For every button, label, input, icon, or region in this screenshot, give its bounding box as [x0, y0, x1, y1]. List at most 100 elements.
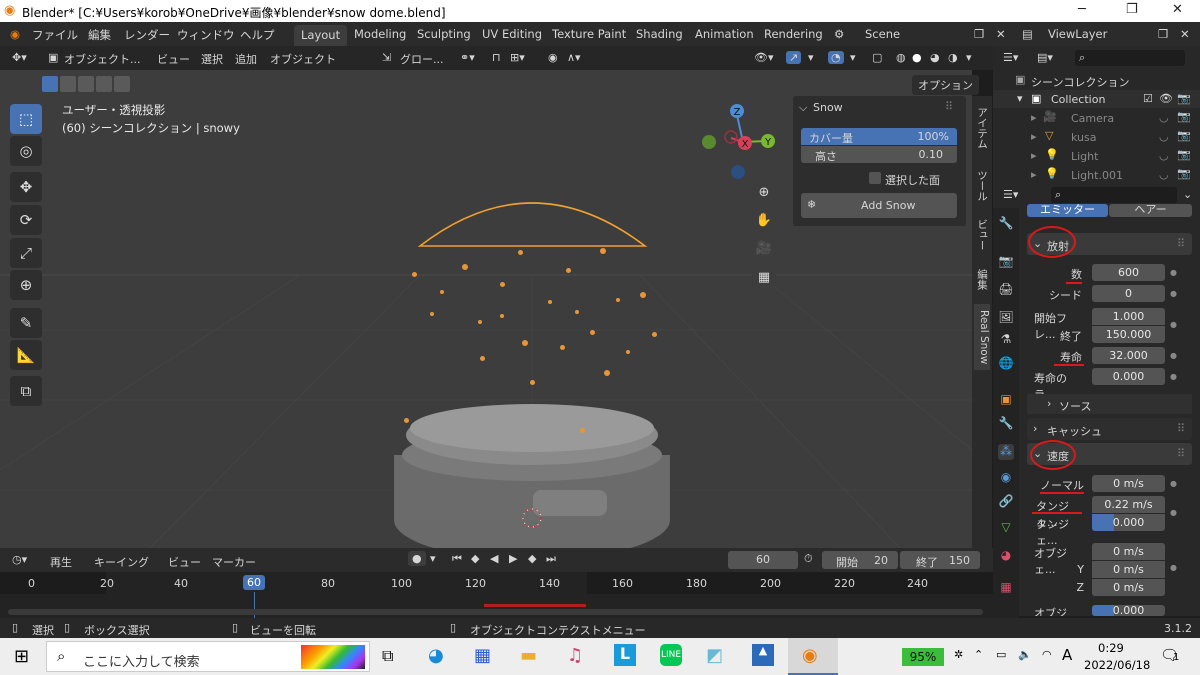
drag-handle-icon[interactable]: ⠿	[1177, 237, 1185, 250]
eye-icon[interactable]: ◡	[1159, 149, 1169, 162]
proportional-edit-icon[interactable]: ◉	[548, 51, 558, 64]
select-extend-icon[interactable]	[60, 76, 76, 92]
height-field[interactable]: 高さ 0.10	[801, 146, 957, 163]
prev-keyframe-icon[interactable]: ◆	[471, 552, 479, 565]
eye-icon[interactable]: ◡	[1159, 111, 1169, 124]
editor-type-icon[interactable]: ✥▾	[12, 51, 27, 64]
eye-icon[interactable]: ◡	[1159, 130, 1169, 143]
maximize-icon[interactable]: ❐	[1126, 2, 1138, 17]
move-tool-icon[interactable]: ✥	[10, 172, 42, 202]
overlay-toggle-icon[interactable]: ◔	[828, 51, 844, 64]
emitter-tab[interactable]: エミッター	[1027, 204, 1108, 217]
object-icon[interactable]: ▣	[998, 392, 1014, 408]
texture-icon[interactable]: ▦	[998, 580, 1014, 596]
timeline-editor-icon[interactable]: ◷▾	[12, 553, 27, 566]
battery-icon[interactable]: ▭	[996, 648, 1006, 661]
shading-dropdown-icon[interactable]: ▾	[966, 51, 972, 64]
lifetime-field[interactable]: 32.000	[1092, 347, 1165, 364]
expand-icon[interactable]: ▸	[1031, 168, 1037, 181]
tab-rendering[interactable]: Rendering	[764, 27, 823, 41]
particles-icon[interactable]: ⁂	[998, 444, 1014, 460]
gizmo-toggle-icon[interactable]: ↗	[786, 51, 802, 64]
line-app-icon[interactable]: LINE	[660, 644, 682, 666]
l-app-icon[interactable]: L	[614, 644, 636, 666]
tab-edit[interactable]: 編集	[974, 262, 990, 296]
ime-indicator[interactable]: A	[1062, 646, 1072, 664]
cursor-tool-icon[interactable]: ◎	[10, 136, 42, 166]
scale-tool-icon[interactable]: ⤢	[10, 238, 42, 268]
tab-sculpting[interactable]: Sculpting	[417, 27, 471, 41]
output-icon[interactable]: 🖨	[998, 282, 1014, 298]
menu-view[interactable]: ビュー	[157, 51, 190, 67]
zoom-icon[interactable]: ⊕	[752, 180, 776, 204]
perspective-grid-icon[interactable]: ▦	[752, 265, 776, 289]
menu-select[interactable]: 選択	[201, 51, 223, 67]
render-camera-icon[interactable]: 📷	[1177, 148, 1191, 161]
menu-keying[interactable]: キーイング	[94, 554, 149, 570]
scene-icon[interactable]: ⚙	[834, 27, 844, 41]
viewlayer-name[interactable]: ViewLayer	[1048, 27, 1107, 41]
modifier-wrench-icon[interactable]: 🔧	[998, 416, 1014, 432]
tangent-velocity-field[interactable]: 0.22 m/s	[1092, 496, 1165, 513]
hair-tab[interactable]: ヘアー	[1109, 204, 1192, 217]
visibility-icon[interactable]: 👁▾	[754, 51, 774, 64]
expand-icon[interactable]: ▸	[1031, 111, 1037, 124]
select-subtract-icon[interactable]	[78, 76, 94, 92]
object-velocity-y-field[interactable]: 0 m/s	[1092, 561, 1165, 578]
minimize-icon[interactable]: ─	[1078, 2, 1086, 17]
outliner-search-input[interactable]: ⌕	[1075, 50, 1185, 66]
wifi-icon[interactable]: ◠	[1042, 648, 1052, 661]
select-new-icon[interactable]	[42, 76, 58, 92]
settings-gear-icon[interactable]: ✲	[954, 648, 963, 661]
material-shading-icon[interactable]: ◕	[930, 51, 940, 64]
add-snow-button[interactable]: ❄ Add Snow	[801, 193, 957, 218]
frame-start-timeline-field[interactable]: 開始 20	[822, 551, 898, 569]
properties-display-icon[interactable]: ☰▾	[1003, 188, 1018, 201]
object-velocity-z-field[interactable]: 0 m/s	[1092, 579, 1165, 596]
select-invert-icon[interactable]	[96, 76, 112, 92]
select-box-tool-icon[interactable]: ⬚	[10, 104, 42, 134]
menu-add[interactable]: 追加	[235, 51, 257, 67]
edge-browser-icon[interactable]: ◕	[428, 645, 444, 666]
playhead-frame-label[interactable]: 60	[243, 575, 265, 590]
menu-edit[interactable]: 編集	[88, 27, 111, 43]
outliner-root[interactable]: シーンコレクション	[1031, 74, 1129, 90]
play-reverse-icon[interactable]: ◀	[490, 552, 498, 565]
panel-collapse-icon[interactable]: ⌵	[799, 101, 807, 115]
tab-texture-paint[interactable]: Texture Paint	[552, 27, 626, 41]
clock-date[interactable]: 2022/06/18	[1084, 658, 1150, 672]
coverage-slider[interactable]: カバー量 100%	[801, 128, 957, 145]
outliner-item-camera[interactable]: Camera	[1071, 112, 1114, 125]
tab-real-snow[interactable]: Real Snow	[974, 304, 990, 370]
music-app-icon[interactable]: ♫	[567, 645, 583, 666]
chevron-up-icon[interactable]: ⌃	[974, 648, 983, 661]
scene-icon[interactable]: ⚗	[998, 332, 1014, 348]
expand-icon[interactable]: ▾	[1017, 92, 1023, 105]
outliner-item-light-001[interactable]: Light.001	[1071, 169, 1123, 182]
timeline-scrollbar[interactable]	[8, 609, 983, 615]
eraser-app-icon[interactable]: ◩	[706, 645, 723, 666]
seed-field[interactable]: 0	[1092, 285, 1165, 302]
copy-viewlayer-icon[interactable]: ❐	[1158, 27, 1168, 41]
close-icon[interactable]: ✕	[1172, 2, 1183, 17]
menu-render[interactable]: レンダー	[124, 27, 170, 43]
annotate-tool-icon[interactable]: ✎	[10, 308, 42, 338]
tab-tool[interactable]: ツール	[974, 164, 990, 208]
snap-icon[interactable]: ⊓	[492, 51, 501, 64]
measure-tool-icon[interactable]: 📐	[10, 340, 42, 370]
outliner-item-kusa[interactable]: kusa	[1071, 131, 1096, 144]
frame-end-timeline-field[interactable]: 終了 150	[900, 551, 980, 569]
keyframe-dot-icon[interactable]: ●	[1170, 289, 1177, 298]
outliner-row-collection[interactable]: ▾ ▣ Collection ☑ 👁 📷	[993, 90, 1200, 108]
select-intersect-icon[interactable]	[114, 76, 130, 92]
tangent-phase-field[interactable]: 0.000	[1092, 514, 1165, 531]
timeline-track[interactable]: 0 20 40 60 80 100 120 140 160 180 200 22…	[0, 572, 993, 618]
file-explorer-icon[interactable]: ▬	[520, 645, 537, 666]
jump-end-icon[interactable]: ⏭	[546, 552, 556, 566]
pan-hand-icon[interactable]: ✋	[752, 208, 776, 232]
menu-timeline-view[interactable]: ビュー	[168, 554, 201, 570]
xray-icon[interactable]: ▢	[872, 51, 882, 64]
physics-icon[interactable]: ◉	[998, 470, 1014, 486]
frame-end-field[interactable]: 150.000	[1092, 326, 1165, 343]
gizmo-dropdown-icon[interactable]: ▾	[808, 51, 814, 64]
